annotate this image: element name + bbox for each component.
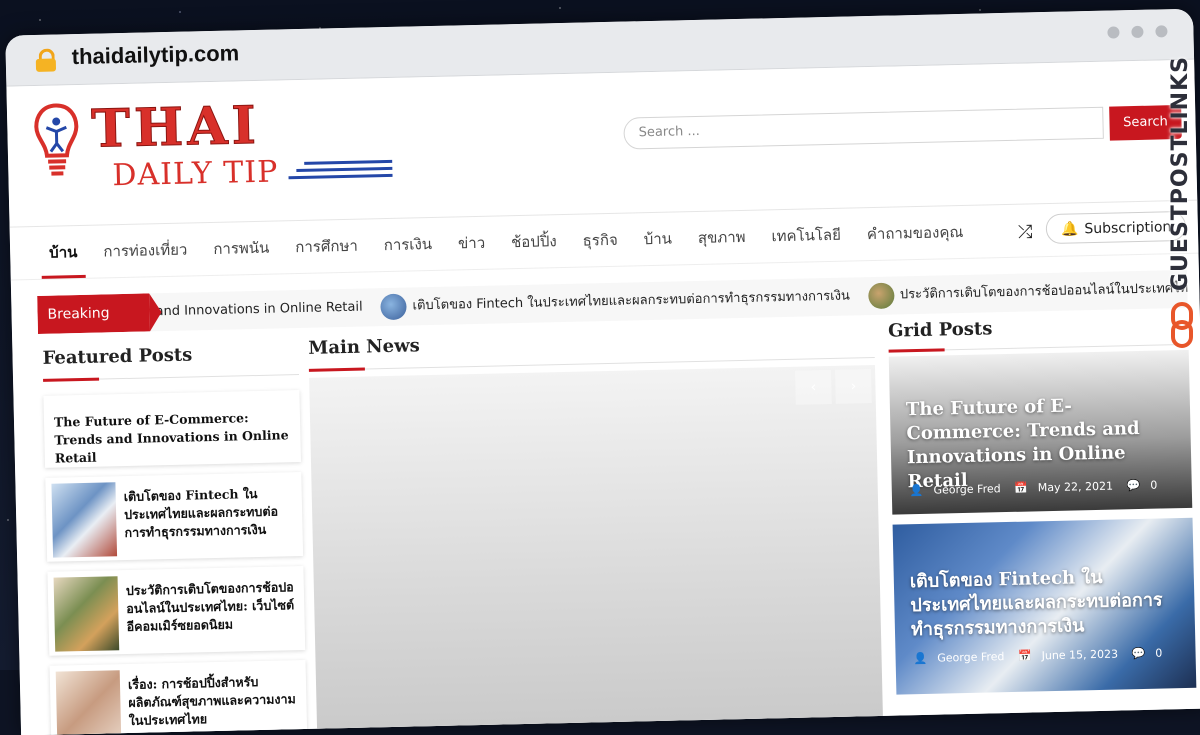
heading-underline xyxy=(888,348,945,353)
guestpostlinks-watermark: GUESTPOSTLINKS xyxy=(1158,56,1200,356)
logo-title[interactable]: THAI xyxy=(90,94,261,160)
nav-item[interactable]: เทคโนโลยี xyxy=(771,209,842,263)
featured-post-title[interactable]: The Future of E-Commerce: Trends and Inn… xyxy=(54,408,291,467)
grid-post-title[interactable]: เติบโตของ Fintech ในประเทศไทยและผลกระทบต… xyxy=(910,564,1182,642)
featured-post-title[interactable]: ประวัติการเติบโตของการช้อปออนไลน์ในประเท… xyxy=(126,578,297,636)
grid-post[interactable]: The Future of E-Commerce: Trends and Inn… xyxy=(888,349,1193,515)
lock-icon xyxy=(35,48,57,72)
slider-prev-button[interactable]: ‹ xyxy=(795,369,832,405)
nav-item[interactable]: ธุรกิจ xyxy=(582,214,618,267)
main-news-slider[interactable]: ‹ › xyxy=(309,364,884,735)
nav-item[interactable]: การท่องเที่ยว xyxy=(103,224,188,278)
window-menu-dots[interactable] xyxy=(1107,25,1168,39)
featured-post[interactable]: The Future of E-Commerce: Trends and Inn… xyxy=(43,390,301,468)
ticker-item[interactable]: and Innovations in Online Retail xyxy=(155,289,363,332)
search-form: Search ... Search xyxy=(623,104,1184,152)
featured-posts-heading: Featured Posts xyxy=(42,344,193,369)
nav-item[interactable]: สุขภาพ xyxy=(697,211,746,264)
author-icon: 👤 xyxy=(909,483,924,498)
comment-count[interactable]: 0 xyxy=(1150,479,1157,492)
post-thumbnail[interactable] xyxy=(55,670,122,735)
post-thumbnail[interactable] xyxy=(53,576,120,652)
web-page: THAI DAILY TIP Search ... Search บ้าน การ… xyxy=(6,59,1200,735)
post-thumbnail[interactable] xyxy=(51,482,118,558)
main-news-heading: Main News xyxy=(308,335,420,359)
ticker-item-text[interactable]: and Innovations in Online Retail xyxy=(155,300,362,320)
logo-stripes xyxy=(288,156,393,183)
browser-window: thaidailytip.com THAI DAILY TIP Search .… xyxy=(5,8,1200,735)
ticker-item-text[interactable]: ประวัติการเติบโตของการช้อปออนไลน์ในประเท… xyxy=(900,281,1188,303)
nav-item[interactable]: ช้อปปิ้ง xyxy=(511,215,558,268)
featured-post[interactable]: เรื่อง: การช้อปปิ้งสำหรับผลิตภัณฑ์สุขภาพ… xyxy=(49,659,308,735)
nav-item[interactable]: คำถามของคุณ xyxy=(866,206,964,260)
featured-post-title[interactable]: เติบโตของ Fintech ในประเทศไทยและผลกระทบต… xyxy=(124,484,295,542)
heading-underline xyxy=(308,367,365,372)
featured-post[interactable]: เติบโตของ Fintech ในประเทศไทยและผลกระทบต… xyxy=(45,472,304,562)
comment-icon: 💬 xyxy=(1131,646,1146,661)
logo-subtitle[interactable]: DAILY TIP xyxy=(112,154,279,193)
post-author[interactable]: George Fred xyxy=(937,650,1004,665)
heading-underline xyxy=(43,377,100,382)
breaking-news-ticker: and Innovations in Online Retail เติบโตขอ… xyxy=(37,269,1188,334)
lightbulb-icon xyxy=(34,103,79,176)
grid-post-meta: 👤 George Fred 📅 June 15, 2023 💬 0 xyxy=(913,646,1172,666)
comment-count[interactable]: 0 xyxy=(1155,647,1162,660)
post-date[interactable]: June 15, 2023 xyxy=(1041,648,1118,663)
site-header: THAI DAILY TIP Search ... Search xyxy=(6,59,1198,228)
grid-post[interactable]: เติบโตของ Fintech ในประเทศไทยและผลกระทบต… xyxy=(892,517,1197,695)
calendar-icon: 📅 xyxy=(1013,481,1028,495)
nav-item[interactable]: การพนัน xyxy=(213,222,270,275)
post-date[interactable]: May 22, 2021 xyxy=(1038,480,1114,495)
ticker-thumbnail[interactable] xyxy=(380,293,407,320)
shuffle-icon[interactable]: ⤮ xyxy=(1018,221,1033,242)
post-author[interactable]: George Fred xyxy=(933,482,1000,497)
ticker-item-text[interactable]: เติบโตของ Fintech ในประเทศไทยและผลกระทบต… xyxy=(412,289,850,314)
ticker-item[interactable]: ประวัติการเติบโตของการช้อปออนไลน์ในประเท… xyxy=(867,270,1188,315)
nav-item[interactable]: บ้าน xyxy=(643,213,673,266)
slider-next-button[interactable]: › xyxy=(835,369,872,404)
featured-post-title[interactable]: เรื่อง: การช้อปปิ้งสำหรับผลิตภัณฑ์สุขภาพ… xyxy=(128,672,299,730)
grid-posts-heading: Grid Posts xyxy=(887,318,993,342)
author-icon: 👤 xyxy=(913,651,928,666)
nav-item[interactable]: บ้าน xyxy=(49,226,78,279)
ticker-items: and Innovations in Online Retail เติบโตขอ… xyxy=(155,270,1188,331)
nav-item[interactable]: การศึกษา xyxy=(295,220,359,273)
ticker-item[interactable]: เติบโตของ Fintech ในประเทศไทยและผลกระทบต… xyxy=(380,278,850,327)
url-text[interactable]: thaidailytip.com xyxy=(71,40,239,70)
calendar-icon: 📅 xyxy=(1017,649,1032,663)
link-chain-icon xyxy=(1171,302,1193,348)
breaking-news-label: Breaking News xyxy=(37,293,150,334)
ticker-thumbnail[interactable] xyxy=(867,282,895,309)
bell-icon: 🔔 xyxy=(1060,221,1079,238)
nav-item[interactable]: ข่าว xyxy=(457,217,486,270)
search-input[interactable]: Search ... xyxy=(623,106,1104,150)
featured-post[interactable]: ประวัติการเติบโตของการช้อปออนไลน์ในประเท… xyxy=(47,565,306,656)
watermark-text: GUESTPOSTLINKS xyxy=(1168,56,1193,291)
nav-item[interactable]: การเงิน xyxy=(383,218,433,271)
comment-icon: 💬 xyxy=(1126,478,1141,493)
